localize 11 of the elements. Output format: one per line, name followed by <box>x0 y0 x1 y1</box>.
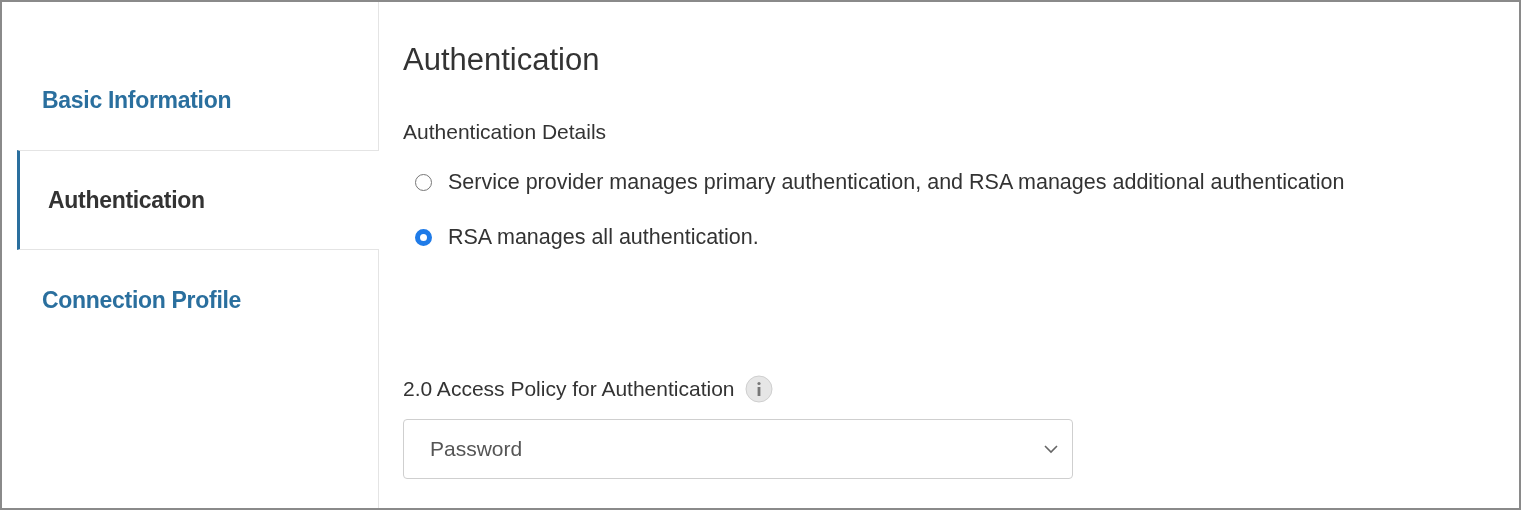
radio-button[interactable] <box>415 228 432 246</box>
info-icon[interactable] <box>744 375 773 403</box>
option-label[interactable]: Service provider manages primary authentication, and RSA manages additional authentication <box>448 169 1345 195</box>
option-label[interactable]: RSA manages all authentication. <box>448 224 759 250</box>
section-label: Authentication Details <box>403 120 608 144</box>
radio-button[interactable] <box>415 173 432 191</box>
policy-select[interactable]: Password <box>403 419 1073 479</box>
section-title: Authentication <box>403 42 601 79</box>
field-label: 2.0 Access Policy for Authentication <box>403 377 735 401</box>
chevron-down-icon <box>1044 444 1058 454</box>
sidebar-tab[interactable]: Authentication <box>17 150 379 250</box>
